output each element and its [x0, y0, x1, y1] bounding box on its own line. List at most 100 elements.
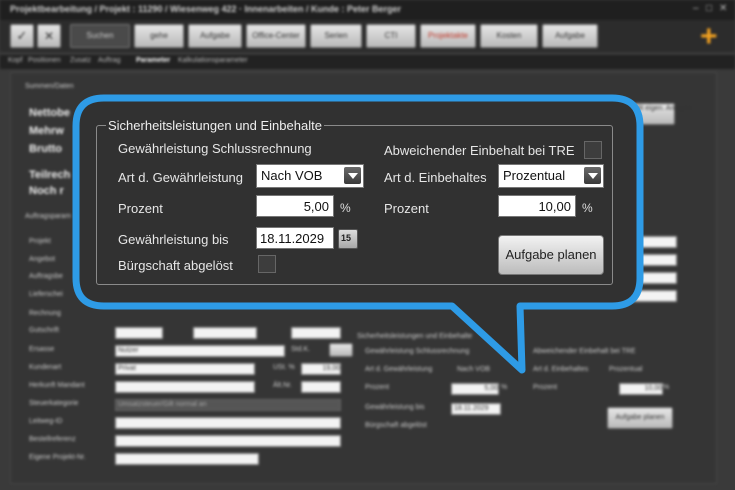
tab-auftrag[interactable]: Auftrag: [98, 57, 121, 64]
right-field[interactable]: [629, 236, 677, 248]
tab-parameter[interactable]: Parameter: [136, 57, 170, 64]
std-button[interactable]: [329, 343, 353, 357]
chevron-down-icon[interactable]: [584, 167, 601, 184]
aufgabe-planen-button[interactable]: Aufgabe planen: [498, 235, 604, 275]
buergschaft-label: Bürgschaft abgelöst: [118, 258, 233, 273]
row-label: Gutschrift: [29, 327, 59, 334]
plus-icon[interactable]: +: [700, 22, 718, 52]
ersasse-field[interactable]: Nutzer: [115, 345, 285, 357]
art-einbehalt-value: Prozentual: [503, 168, 566, 183]
close-icon[interactable]: ✕: [37, 24, 61, 48]
right-field[interactable]: [629, 272, 677, 284]
row-label: Angebot: [29, 256, 56, 263]
toolbar-serien-button[interactable]: Serien: [310, 24, 362, 48]
prozent2-input[interactable]: 10,00: [498, 195, 576, 217]
kundenart-field[interactable]: Privat: [115, 363, 255, 375]
side-anlagen-button[interactable]: Mit eigen. Anlagen: [633, 103, 692, 125]
ust-field[interactable]: 19,00: [301, 363, 341, 375]
row-label: Bestellreferenz: [29, 436, 76, 443]
art-einbehalt-select[interactable]: Prozentual: [498, 164, 604, 188]
total-label: Nettobe: [29, 107, 70, 119]
art-einbehalt-label: Art d. Einbehaltes: [384, 170, 487, 185]
herkunft-field[interactable]: [115, 381, 255, 393]
sub-plan-button[interactable]: Aufgabe planen: [607, 407, 673, 429]
window-title: Projektbearbeitung / Projekt : 11290 / W…: [10, 4, 402, 14]
row-field[interactable]: [193, 327, 257, 339]
leitweg-field[interactable]: [115, 417, 341, 429]
check-icon[interactable]: ✓: [10, 24, 34, 48]
percent-unit: %: [582, 201, 593, 215]
art-gewaehrleistung-select[interactable]: Nach VOB: [256, 164, 364, 188]
sub-label: Art d. Einbehaltes: [533, 366, 589, 373]
percent-unit: %: [340, 201, 351, 215]
total-label: Brutto: [29, 143, 62, 155]
tab-zusatz[interactable]: Zusatz: [70, 57, 91, 64]
title-bar: Projektbearbeitung / Projekt : 11290 / W…: [0, 0, 735, 20]
row-label: Projekt: [29, 238, 51, 245]
sub-unit: %: [501, 384, 508, 391]
tab-kopf[interactable]: Kopf: [8, 57, 22, 64]
prozent2-label: Prozent: [384, 201, 429, 216]
row-label: Ersasse: [29, 346, 55, 353]
row-field[interactable]: [115, 327, 163, 339]
gewaehrleistung-schluss-label: Gewährleistung Schlussrechnung: [118, 141, 312, 156]
eigene-nr-field[interactable]: [115, 453, 259, 465]
toolbar-projektakte-button[interactable]: Projektakte: [420, 24, 476, 48]
chevron-down-icon[interactable]: [344, 167, 361, 184]
row-field[interactable]: [291, 327, 341, 339]
calendar-icon[interactable]: 15: [338, 229, 358, 249]
gewaehrleistung-bis-input[interactable]: 18.11.2029: [256, 227, 334, 249]
toolbar-search-button[interactable]: Suchen: [70, 24, 130, 48]
std-label: Std.K.: [291, 346, 311, 353]
buergschaft-checkbox[interactable]: [258, 255, 276, 273]
art-gewaehrleistung-label: Art d. Gewährleistung: [118, 170, 244, 185]
sub-label: Bürgschaft abgelöst: [365, 422, 427, 429]
tab-bar: Kopf Positionen Zusatz Auftrag Parameter…: [0, 55, 735, 69]
prozent-label: Prozent: [118, 201, 163, 216]
abweichender-checkbox[interactable]: [584, 141, 602, 159]
sub-title: Sicherheitsleistungen und Einbehalte: [357, 333, 473, 340]
row-label: Auftragsbe: [29, 273, 63, 280]
maximize-icon[interactable]: □: [706, 3, 712, 14]
right-field[interactable]: [629, 290, 677, 302]
aen-field[interactable]: [301, 381, 341, 393]
right-field[interactable]: [629, 254, 677, 266]
row-label: Steuerkategorie: [29, 400, 79, 407]
row-label: Lieferschei: [29, 291, 63, 298]
sub-value: Prozentual: [609, 366, 643, 373]
group-legend: Sicherheitsleistungen und Einbehalte: [106, 118, 324, 133]
row-label: Herkunft Mandant: [29, 382, 85, 389]
total-label: Noch r: [29, 185, 64, 197]
toolbar-kosten-button[interactable]: Kosten: [480, 24, 538, 48]
minimize-icon[interactable]: –: [693, 3, 699, 14]
gewaehrleistung-bis-label: Gewährleistung bis: [118, 232, 229, 247]
tab-kalkulationsparameter[interactable]: Kalkulationsparameter: [178, 57, 248, 64]
sub-label: Gewährleistung Schlussrechnung: [365, 348, 470, 355]
bestellref-field[interactable]: [115, 435, 341, 447]
prozent-input[interactable]: 5,00: [256, 195, 334, 217]
aen-label: Ält.Nr.: [273, 382, 293, 389]
row-label: Eigene Projekt-Nr.: [29, 454, 86, 461]
sub-label: Gewährleistung bis: [365, 404, 425, 411]
sub-field[interactable]: 18.11.2029: [451, 403, 501, 415]
abweichender-label: Abweichender Einbehalt bei TRE: [384, 143, 575, 158]
row-label: Leitweg-ID: [29, 418, 63, 425]
toolbar-aufgabe-button[interactable]: Aufgabe: [188, 24, 242, 48]
sub-field[interactable]: 5,00: [451, 383, 499, 395]
toolbar-gehe-button[interactable]: gehe: [134, 24, 184, 48]
toolbar-cti-button[interactable]: CTI: [366, 24, 416, 48]
toolbar-aufgabe2-button[interactable]: Aufgabe: [542, 24, 598, 48]
sub-label: Prozent: [533, 384, 558, 391]
total-label: Mehrw: [29, 125, 64, 137]
sub-unit: %: [663, 384, 670, 391]
sub-value: Nach VOB: [457, 366, 491, 373]
row-label: Rechnung: [29, 310, 61, 317]
steuer-field[interactable]: Umsatzsteuer/Gilt normal an: [115, 399, 341, 411]
sub-field[interactable]: 10,00: [619, 383, 663, 395]
toolbar-office-center-button[interactable]: Office-Center: [246, 24, 306, 48]
close-window-icon[interactable]: ✕: [719, 3, 727, 14]
zoom-panel: Sicherheitsleistungen und Einbehalte Gew…: [86, 113, 636, 293]
tab-positionen[interactable]: Positionen: [28, 57, 61, 64]
auftragsparam-label: Auftragsparam: [25, 213, 71, 220]
sub-label: Prozent: [365, 384, 390, 391]
